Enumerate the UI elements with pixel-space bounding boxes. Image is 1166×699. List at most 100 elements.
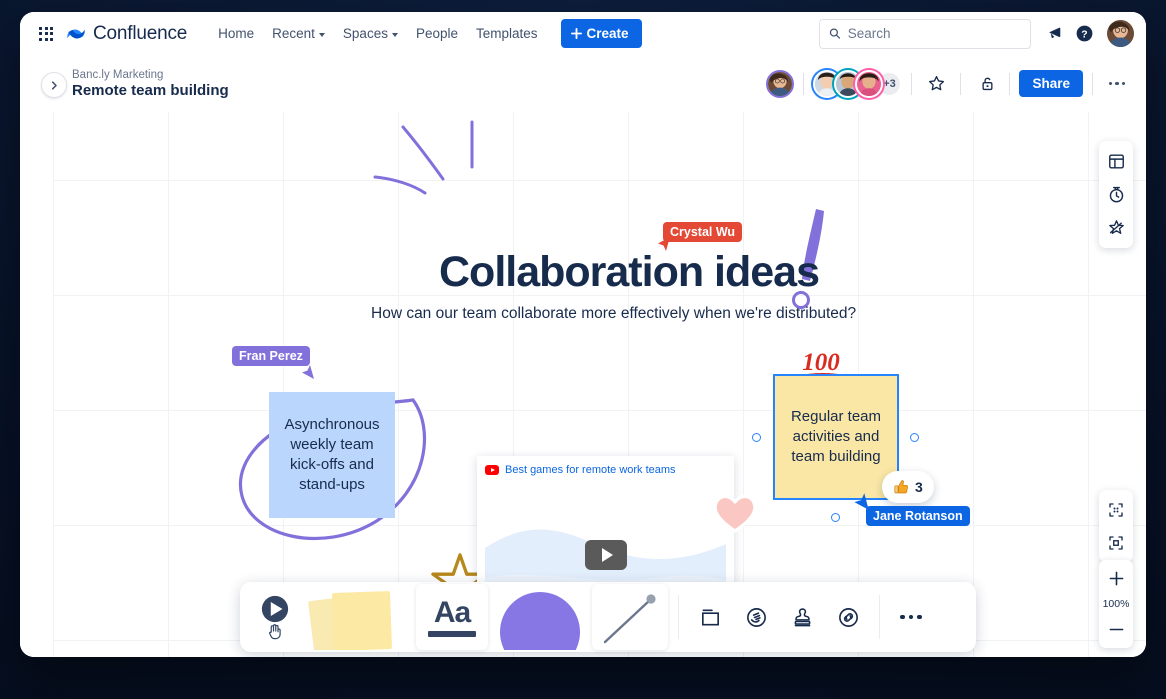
reaction-icon <box>745 606 768 629</box>
global-navigation-bar: Confluence Home Recent Spaces People Tem… <box>20 12 1146 56</box>
brand-name: Confluence <box>93 23 187 45</box>
zoom-in-button[interactable] <box>1099 562 1133 595</box>
create-button-label: Create <box>587 26 629 41</box>
play-button-icon[interactable] <box>585 540 627 570</box>
divider <box>960 73 961 95</box>
more-horizontal-icon <box>900 615 922 620</box>
question-circle-icon: ? <box>1075 24 1094 43</box>
reaction-pill[interactable]: 3 <box>882 471 934 503</box>
notifications-button[interactable] <box>1039 19 1069 49</box>
select-tool-button[interactable] <box>248 582 302 652</box>
nav-item-templates[interactable]: Templates <box>467 20 547 47</box>
shape-tool-button[interactable] <box>490 582 590 652</box>
breadcrumb: Banc.ly Marketing Remote team building <box>72 69 229 99</box>
cursor-label-jane-rotanson: Jane Rotanson <box>866 506 970 526</box>
zoom-out-button[interactable] <box>1099 613 1133 646</box>
grid-9-dots-icon <box>39 27 53 41</box>
whiteboard-subtitle[interactable]: How can our team collaborate more effect… <box>371 305 856 323</box>
lock-unlocked-icon <box>976 74 995 93</box>
text-tool-label: Aa <box>434 598 470 628</box>
sticky-note-tool-button[interactable] <box>302 582 414 652</box>
user-avatar <box>1107 20 1134 47</box>
divider <box>803 73 804 95</box>
nav-item-recent[interactable]: Recent <box>263 20 334 47</box>
embed-title[interactable]: Best games for remote work teams <box>505 464 676 476</box>
zoom-level-value[interactable]: 100% <box>1103 595 1130 613</box>
reaction-tool-button[interactable] <box>733 582 779 652</box>
whiteboard-canvas[interactable]: Collaboration ideas How can our team col… <box>20 112 1146 657</box>
right-rail-fit <box>1099 490 1133 562</box>
profile-avatar[interactable] <box>1107 20 1134 47</box>
breadcrumb-space-link[interactable]: Banc.ly Marketing <box>72 69 229 81</box>
user-avatar <box>768 72 792 96</box>
nav-item-label: People <box>416 26 458 41</box>
zoom-controls: 100% <box>1099 560 1133 648</box>
text-tool-button[interactable]: Aa <box>414 582 490 652</box>
select-tool-icon <box>260 594 290 624</box>
reaction-count: 3 <box>915 479 923 495</box>
plus-icon <box>571 28 582 39</box>
selection-handle-left[interactable] <box>752 433 761 442</box>
link-tool-button[interactable] <box>825 582 871 652</box>
create-button[interactable]: Create <box>561 19 642 48</box>
nav-item-home[interactable]: Home <box>209 20 263 47</box>
page-header: Banc.ly Marketing Remote team building <box>20 56 1146 112</box>
fit-to-screen-button[interactable] <box>1099 493 1133 526</box>
search-icon <box>829 27 841 40</box>
stamp-tool-icon-wrap <box>779 594 825 640</box>
minus-icon <box>1109 622 1124 637</box>
more-tools-button[interactable] <box>888 582 934 652</box>
sticky-note-text: Asynchronous weekly team kick-offs and s… <box>279 415 385 494</box>
sticky-note-text: Regular team activities and team buildin… <box>785 407 887 466</box>
templates-panel-button[interactable] <box>1099 145 1133 178</box>
text-underline-bar <box>428 631 476 637</box>
nav-item-label: Templates <box>476 26 538 41</box>
frame-tool-button[interactable] <box>687 582 733 652</box>
line-tool-button[interactable] <box>590 582 670 652</box>
nav-item-label: Spaces <box>343 26 388 41</box>
collaborator-avatar[interactable] <box>855 70 883 98</box>
page-header-actions: +3 Share <box>766 69 1132 99</box>
divider <box>1009 73 1010 95</box>
embed-header: Best games for remote work teams <box>485 464 726 476</box>
whiteboard-title[interactable]: Collaboration ideas <box>439 248 819 297</box>
app-switcher-button[interactable] <box>32 20 60 48</box>
nav-item-label: Home <box>218 26 254 41</box>
page-title: Remote team building <box>72 82 229 99</box>
more-horizontal-icon <box>1109 82 1125 85</box>
page-more-actions-button[interactable] <box>1102 69 1132 99</box>
share-button[interactable]: Share <box>1019 70 1083 97</box>
chevron-right-icon <box>50 81 59 90</box>
hand-tool-icon[interactable] <box>266 622 284 640</box>
timer-button[interactable] <box>1099 178 1133 211</box>
zoom-to-selection-button[interactable] <box>1099 526 1133 559</box>
sticky-note-activities[interactable]: Regular team activities and team buildin… <box>773 374 899 500</box>
restrictions-button[interactable] <box>970 69 1000 99</box>
templates-icon <box>1107 152 1126 171</box>
divider <box>1092 73 1093 95</box>
timer-icon <box>1107 185 1126 204</box>
zoom-to-selection-icon <box>1107 534 1125 552</box>
active-editor-avatar[interactable] <box>766 70 794 98</box>
confluence-home-link[interactable]: Confluence <box>66 23 187 45</box>
sticky-note-tool-icon <box>305 584 411 650</box>
right-rail-tools <box>1099 141 1133 248</box>
search-input[interactable] <box>848 26 1021 41</box>
stamp-tool-button[interactable] <box>779 582 825 652</box>
chevron-down-icon <box>319 33 325 37</box>
sidebar-expand-button[interactable] <box>41 72 67 98</box>
shape-tool-icon <box>492 584 588 650</box>
nav-item-people[interactable]: People <box>407 20 467 47</box>
stamps-button[interactable] <box>1099 211 1133 244</box>
star-page-button[interactable] <box>921 69 951 99</box>
nav-item-spaces[interactable]: Spaces <box>334 20 407 47</box>
divider <box>911 73 912 95</box>
search-box[interactable] <box>819 19 1031 49</box>
selection-handle-bottom[interactable] <box>831 513 840 522</box>
stamp-icon <box>791 606 814 629</box>
link-tool-icon-wrap <box>825 594 871 640</box>
sticky-note-async[interactable]: Asynchronous weekly team kick-offs and s… <box>269 392 395 518</box>
selection-handle-right[interactable] <box>910 433 919 442</box>
help-button[interactable]: ? <box>1069 19 1099 49</box>
megaphone-icon <box>1046 25 1063 42</box>
